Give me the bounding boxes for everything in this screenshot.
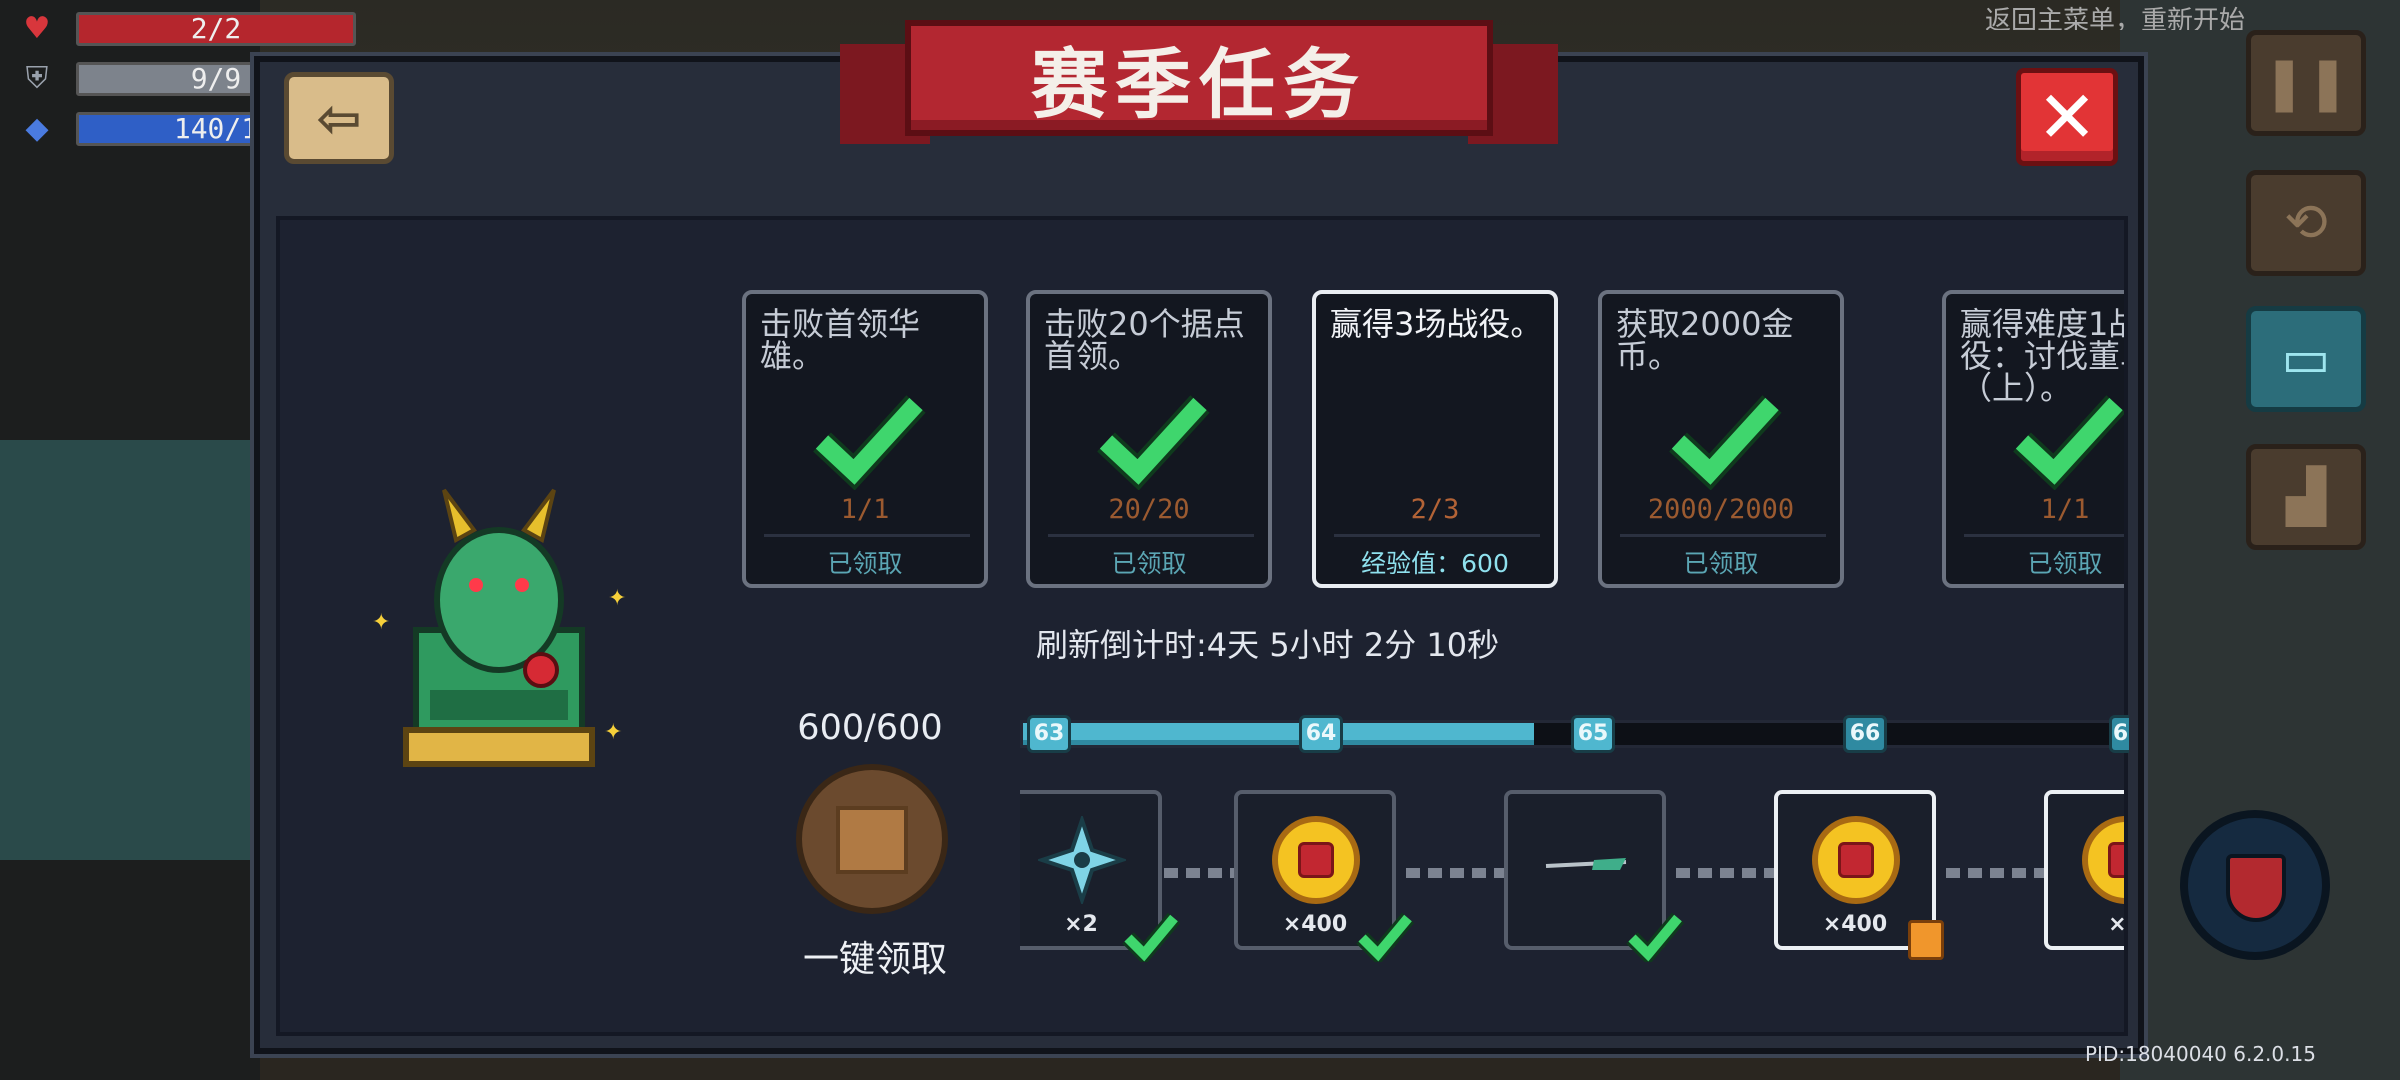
- chat-button[interactable]: ▭: [2246, 306, 2366, 412]
- connector-dots: [1946, 868, 2050, 878]
- divider: [1620, 534, 1826, 537]
- pause-icon: ❚❚: [2262, 53, 2350, 113]
- claim-all-button[interactable]: [796, 764, 948, 914]
- title-ribbon: 赛季任务: [905, 20, 1493, 136]
- coin-emblem: [1838, 842, 1874, 878]
- divider: [1334, 534, 1540, 537]
- task-description: 击败首领华雄。: [760, 305, 921, 375]
- task-description: 获取2000金币。: [1616, 305, 1794, 375]
- connector-dots: [1676, 868, 1780, 878]
- season-level-track-fill: [1023, 723, 1534, 745]
- connector-dots: [1406, 868, 1510, 878]
- reward-quantity: ×4: [2108, 912, 2124, 937]
- hp-text: 2/2: [190, 12, 242, 45]
- level-badge: 63: [1027, 715, 1071, 753]
- task-progress: 1/1: [2040, 494, 2090, 525]
- check-icon: [813, 395, 926, 490]
- chat-icon: ▭: [2281, 329, 2331, 389]
- divider: [1048, 534, 1254, 537]
- divider: [764, 534, 970, 537]
- task-status: 已领取: [2027, 549, 2103, 578]
- check-icon: [1356, 912, 1414, 962]
- task-progress: 2000/2000: [1647, 494, 1795, 525]
- task-progress: 2/3: [1410, 494, 1460, 525]
- task-card[interactable]: 击败20个据点首领。 20/20 已领取: [1026, 290, 1272, 588]
- reward-list[interactable]: ×2 ×400 ×400 ×4: [1020, 788, 2124, 962]
- dialog-title: 赛季任务: [1031, 40, 1367, 129]
- gold-coin-icon: [2082, 816, 2124, 904]
- heart-icon: ♥: [23, 11, 51, 46]
- build-pid-label: PID:18040040 6.2.0.15: [2085, 1042, 2316, 1066]
- divider: [1964, 534, 2124, 537]
- task-status: 已领取: [827, 549, 903, 578]
- exit-icon: ⇦: [316, 86, 362, 150]
- task-progress: 1/1: [840, 494, 890, 525]
- hp-bar: 2/2: [76, 12, 356, 46]
- connector-dots: [1164, 868, 1240, 878]
- task-card[interactable]: 赢得3场战役。 2/3 经验值：600: [1312, 290, 1558, 588]
- sparkle-icon: ✦: [372, 610, 391, 635]
- back-button[interactable]: ⇦: [284, 72, 394, 164]
- shield-icon: ⛨: [25, 61, 49, 96]
- close-icon: ✕: [2036, 75, 2098, 159]
- task-card[interactable]: 赢得难度1战役：讨伐董卓（上）。 1/1 已领取: [1942, 290, 2124, 588]
- level-badge: 6: [2109, 715, 2129, 753]
- swap-icon: ⟲: [2284, 193, 2328, 253]
- check-icon: [1122, 912, 1180, 962]
- pause-button[interactable]: ❚❚: [2246, 30, 2366, 136]
- gift-box-icon: [836, 806, 908, 874]
- hp-row: ♥ 2/2: [14, 8, 364, 50]
- task-description: 赢得3场战役。: [1330, 305, 1543, 343]
- reward-item[interactable]: [1504, 790, 1684, 962]
- gold-coin-icon: [1812, 816, 1900, 904]
- claim-all-label[interactable]: 一键领取: [770, 930, 980, 980]
- level-badge: 66: [1843, 715, 1887, 753]
- check-icon: [2013, 395, 2124, 490]
- swap-weapon-button[interactable]: ⟲: [2246, 170, 2366, 276]
- coin-emblem: [2108, 842, 2124, 878]
- close-button[interactable]: ✕: [2016, 68, 2118, 166]
- task-list[interactable]: 击败首领华雄。 1/1 已领取 击败20个据点首领。 20/20 已领取 赢得3…: [730, 286, 2124, 598]
- season-xp-text: 600/600: [797, 708, 943, 748]
- sparkle-icon: ✦: [604, 720, 623, 745]
- reward-item[interactable]: ×4: [2044, 790, 2124, 950]
- reward-item[interactable]: ×2: [1020, 790, 1180, 962]
- task-description: 击败20个据点首领。: [1044, 305, 1245, 375]
- lock-icon: [1908, 920, 1944, 960]
- task-progress: 20/20: [1108, 494, 1190, 525]
- coin-emblem: [1298, 842, 1334, 878]
- task-status: 已领取: [1683, 549, 1759, 578]
- shuriken-icon: [1038, 816, 1126, 904]
- task-status: 经验值：600: [1361, 549, 1509, 578]
- dragon-trophy-icon: [403, 488, 595, 767]
- shield-skill-icon: [2226, 854, 2286, 922]
- task-card[interactable]: 击败首领华雄。 1/1 已领取: [742, 290, 988, 588]
- task-card[interactable]: 获取2000金币。 2000/2000 已领取: [1598, 290, 1844, 588]
- diamond-icon: ◆: [25, 111, 49, 146]
- check-icon: [1097, 395, 1210, 490]
- background-floor: [0, 440, 260, 860]
- reward-item[interactable]: ×400: [1774, 790, 1944, 960]
- skill-button[interactable]: [2180, 810, 2330, 960]
- sword-icon: [1545, 858, 1627, 870]
- level-badge: 65: [1571, 715, 1615, 753]
- gold-coin-icon: [1272, 816, 1360, 904]
- reward-item[interactable]: ×400: [1234, 790, 1414, 962]
- check-icon: [1626, 912, 1684, 962]
- sparkle-icon: ✦: [608, 586, 627, 611]
- stairs-icon: ▟: [2286, 467, 2326, 527]
- check-icon: [1669, 395, 1782, 490]
- top-right-hint: 返回主菜单，重新开始: [1985, 6, 2246, 30]
- stairs-button[interactable]: ▟: [2246, 444, 2366, 550]
- season-level-track: 63 64 65 66 6: [1020, 715, 2129, 753]
- level-badge: 64: [1299, 715, 1343, 753]
- task-status: 已领取: [1111, 549, 1187, 578]
- refresh-countdown: 刷新倒计时:4天 5小时 2分 10秒: [1036, 626, 1500, 664]
